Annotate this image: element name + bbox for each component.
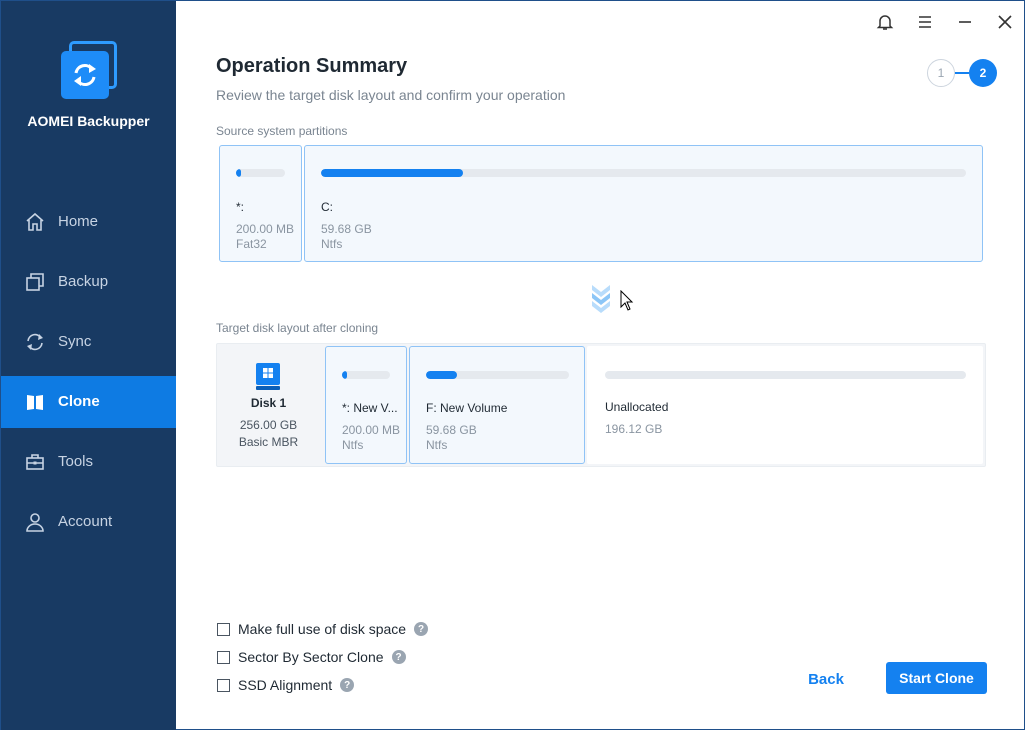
partition-size: 200.00 MB [236, 222, 295, 236]
option-ssd-alignment[interactable]: SSD Alignment ? [217, 676, 355, 694]
partition-size: 200.00 MB [342, 423, 401, 437]
account-icon [26, 513, 44, 532]
option-sector-clone[interactable]: Sector By Sector Clone ? [217, 648, 406, 666]
partition-fs: Fat32 [236, 237, 267, 251]
bell-icon[interactable] [874, 11, 896, 33]
option-label: SSD Alignment [238, 677, 333, 693]
source-label: Source system partitions [216, 124, 348, 138]
target-partition-2[interactable]: F: New Volume 59.68 GB Ntfs [409, 346, 585, 464]
sidebar: AOMEI Backupper Home Backup Sync Clone T… [1, 1, 176, 730]
option-label: Make full use of disk space [238, 621, 407, 637]
sidebar-item-account[interactable]: Account [1, 496, 176, 548]
usage-bar-fill [321, 169, 463, 177]
target-partition-1[interactable]: *: New V... 200.00 MB Ntfs [325, 346, 407, 464]
option-full-disk-space[interactable]: Make full use of disk space ? [217, 620, 429, 638]
step-connector [955, 72, 969, 74]
disk-name: Disk 1 [250, 396, 287, 410]
app-name: AOMEI Backupper [27, 113, 150, 129]
start-clone-button[interactable]: Start Clone [886, 662, 987, 694]
target-unallocated[interactable]: Unallocated 196.12 GB [587, 346, 983, 464]
disk-type: Basic MBR [238, 435, 299, 449]
partition-name: *: [236, 200, 245, 214]
sidebar-item-label: Clone [58, 393, 100, 410]
partition-fs: Ntfs [321, 237, 343, 251]
full-disk-space-checkbox[interactable] [217, 622, 230, 636]
partition-name: Unallocated [605, 400, 669, 414]
mouse-cursor-icon [620, 290, 634, 311]
help-icon[interactable]: ? [391, 650, 406, 664]
sidebar-item-sync[interactable]: Sync [1, 316, 176, 368]
chevron-down-icon [592, 285, 610, 313]
source-partition-2[interactable]: C: 59.68 GB Ntfs [304, 145, 983, 262]
step-2: 2 [969, 59, 997, 87]
sidebar-item-home[interactable]: Home [1, 196, 176, 248]
partition-size: 59.68 GB [426, 423, 477, 437]
back-button[interactable]: Back [791, 663, 861, 695]
close-icon[interactable] [994, 11, 1016, 33]
sidebar-item-backup[interactable]: Backup [1, 256, 176, 308]
page-title: Operation Summary [216, 55, 408, 77]
partition-fs: Ntfs [426, 438, 448, 452]
clone-icon [27, 395, 43, 410]
partition-size: 59.68 GB [321, 222, 372, 236]
partition-name: *: New V... [342, 401, 398, 415]
backup-icon [26, 273, 44, 291]
usage-bar [236, 169, 285, 177]
partition-fs: Ntfs [342, 438, 364, 452]
sidebar-item-label: Sync [58, 333, 92, 350]
usage-bar [342, 371, 390, 379]
sidebar-item-label: Tools [58, 453, 94, 470]
minimize-icon[interactable] [954, 11, 976, 33]
disk-icon [256, 363, 280, 390]
source-partition-1[interactable]: *: 200.00 MB Fat32 [219, 145, 302, 262]
usage-bar [426, 371, 569, 379]
help-icon[interactable]: ? [340, 678, 355, 692]
usage-bar [605, 371, 966, 379]
sector-clone-checkbox[interactable] [217, 650, 230, 664]
step-1: 1 [927, 59, 955, 87]
ssd-alignment-checkbox[interactable] [217, 678, 230, 692]
step-indicator: 1 2 [927, 59, 997, 87]
sidebar-item-clone[interactable]: Clone [1, 376, 176, 428]
app-logo-icon [59, 41, 119, 101]
partition-name: F: New Volume [426, 401, 508, 415]
sidebar-item-label: Backup [58, 273, 109, 290]
sidebar-item-label: Home [58, 213, 99, 230]
help-icon[interactable]: ? [414, 622, 429, 636]
usage-bar [321, 169, 966, 177]
usage-bar-fill [342, 371, 347, 379]
disk-size: 256.00 GB [239, 418, 298, 432]
sidebar-item-tools[interactable]: Tools [1, 436, 176, 488]
usage-bar-fill [236, 169, 241, 177]
usage-bar-fill [426, 371, 458, 379]
sidebar-item-label: Account [58, 513, 113, 530]
sync-icon [27, 333, 43, 351]
menu-icon[interactable] [914, 11, 936, 33]
partition-size: 196.12 GB [605, 422, 663, 436]
page-subtitle: Review the target disk layout and confir… [216, 87, 566, 103]
target-label: Target disk layout after cloning [216, 321, 379, 335]
partition-name: C: [321, 200, 333, 214]
tools-icon [26, 454, 44, 470]
home-icon [26, 212, 44, 231]
option-label: Sector By Sector Clone [238, 649, 384, 665]
app-window: AOMEI Backupper Home Backup Sync Clone T… [0, 0, 1025, 730]
